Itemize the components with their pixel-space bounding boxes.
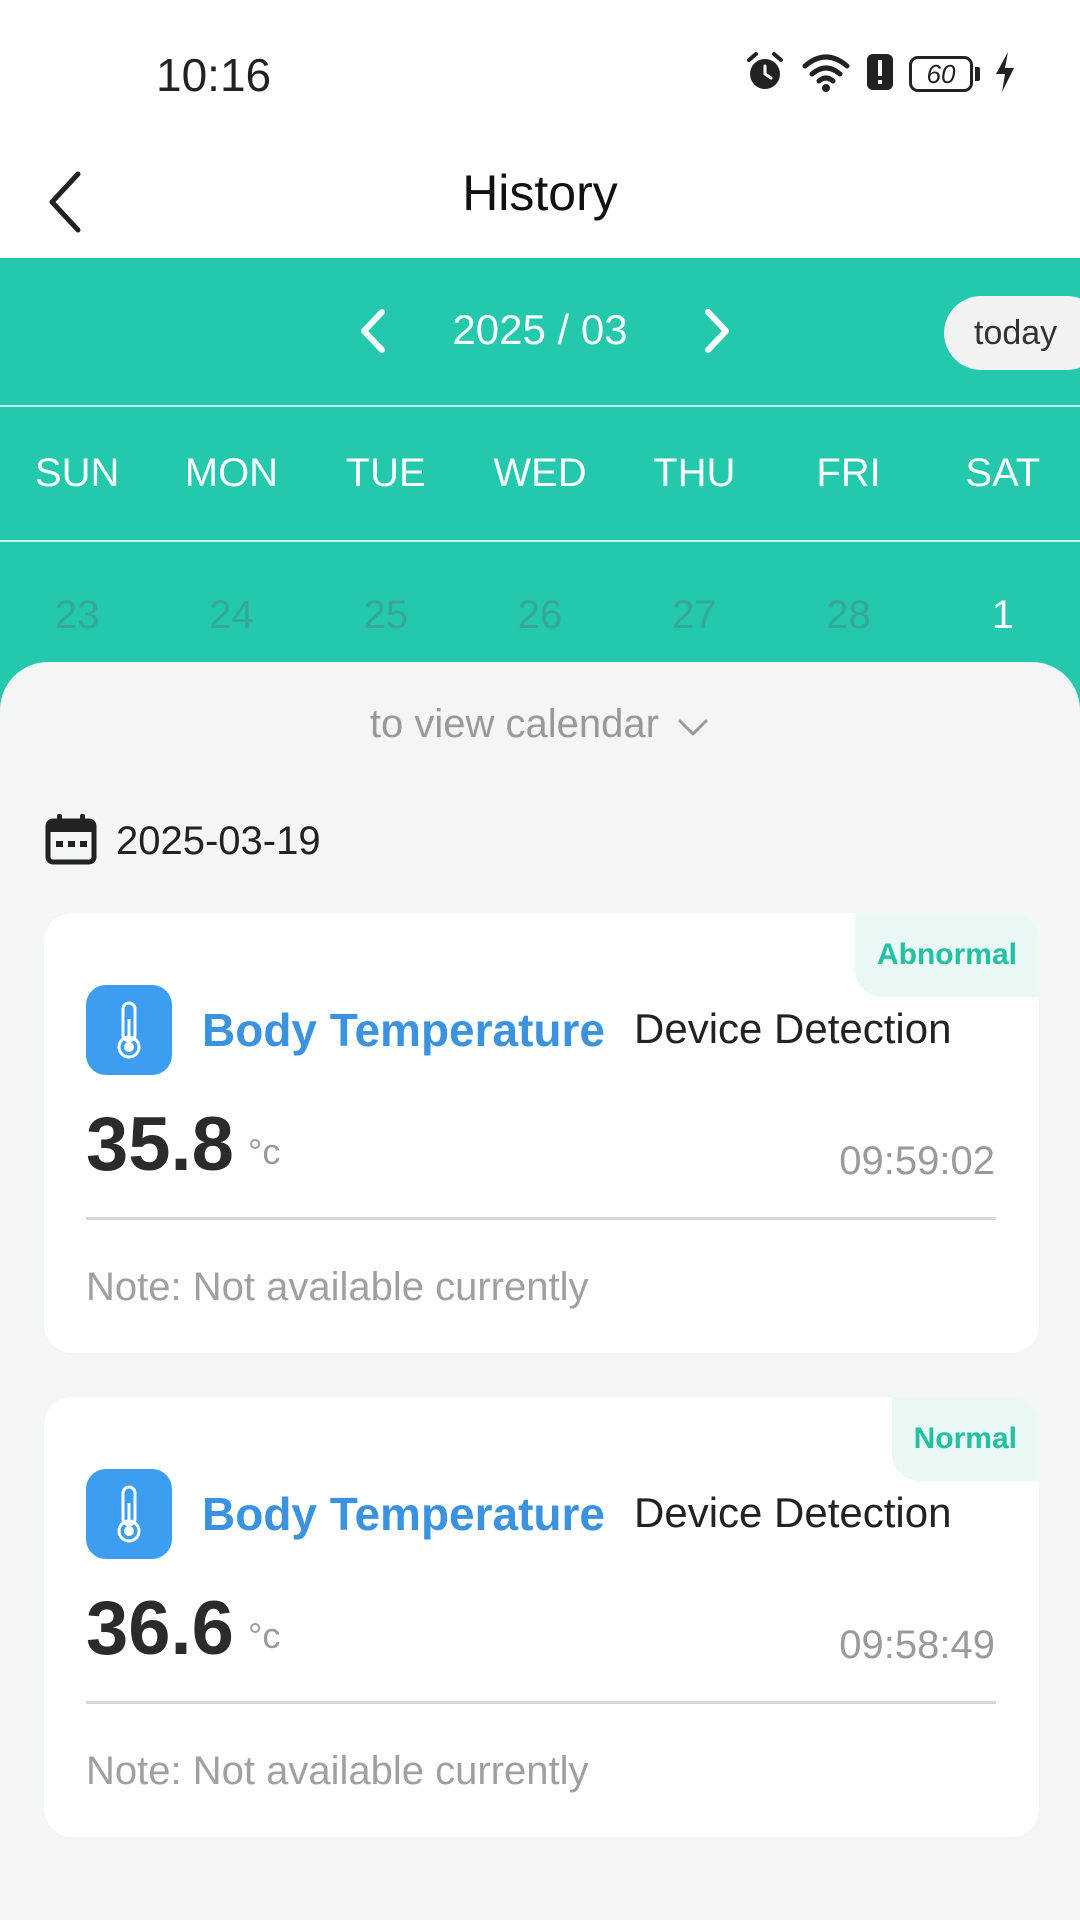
charging-icon xyxy=(994,51,1016,97)
temperature-value: 36.6 xyxy=(86,1586,234,1671)
thermometer-icon xyxy=(86,985,172,1075)
status-time: 10:16 xyxy=(156,49,272,101)
divider xyxy=(0,405,1080,407)
temperature-value: 35.8 xyxy=(86,1102,234,1187)
wifi-icon xyxy=(801,50,851,99)
status-badge: Abnormal xyxy=(854,913,1039,997)
record-note: Note: Not available currently xyxy=(86,1265,589,1309)
alarm-icon xyxy=(743,50,787,99)
selected-date-heading: 2025-03-19 xyxy=(44,812,321,871)
record-note: Note: Not available currently xyxy=(86,1749,589,1793)
record-time: 09:58:49 xyxy=(839,1623,995,1667)
battery-level: 60 xyxy=(909,56,973,92)
weekday-mon: MON xyxy=(184,451,279,495)
record-source: Device Detection xyxy=(634,1489,952,1536)
weekday-thu: THU xyxy=(653,451,736,495)
record-title: Body Temperature xyxy=(202,1004,606,1056)
month-selector: 2025 / 03 today xyxy=(0,258,1080,405)
calendar-panel: 2025 / 03 today SUN MON TUE WED THU FRI … xyxy=(0,258,1080,718)
record-time: 09:59:02 xyxy=(839,1139,995,1183)
page-title: History xyxy=(462,165,618,221)
calendar-dates-row: 23 24 25 26 27 28 1 xyxy=(0,540,1080,670)
records-sheet: to view calendar 2025-03-19 Abnormal Bod… xyxy=(0,662,1080,1920)
status-bar: 10:16 60 xyxy=(0,0,1080,140)
status-icons: 60 xyxy=(743,50,1016,98)
battery-icon: 60 xyxy=(909,56,980,92)
calendar-date[interactable]: 24 xyxy=(154,540,308,670)
thermometer-icon xyxy=(86,1469,172,1559)
view-calendar-label: to view calendar xyxy=(369,702,659,746)
calendar-date[interactable]: 27 xyxy=(617,540,771,670)
alert-icon xyxy=(865,52,895,97)
weekday-sun: SUN xyxy=(34,451,120,495)
calendar-date[interactable]: 25 xyxy=(309,540,463,670)
calendar-date[interactable]: 23 xyxy=(0,540,154,670)
weekday-wed: WED xyxy=(493,451,587,495)
temperature-unit: °c xyxy=(248,1131,281,1172)
next-month-button[interactable] xyxy=(680,296,750,366)
today-button[interactable]: today xyxy=(944,296,1080,370)
selected-date: 2025-03-19 xyxy=(116,819,321,863)
divider xyxy=(86,1701,996,1704)
record-card[interactable]: Abnormal Body Temperature Device Detecti… xyxy=(44,913,1039,1353)
calendar-date[interactable]: 28 xyxy=(771,540,925,670)
view-calendar-toggle[interactable]: to view calendar xyxy=(0,702,1080,749)
record-card[interactable]: Normal Body Temperature Device Detection… xyxy=(44,1397,1039,1837)
app-bar: History xyxy=(0,140,1080,258)
temperature-unit: °c xyxy=(248,1615,281,1656)
weekday-tue: TUE xyxy=(345,451,426,495)
weekday-fri: FRI xyxy=(816,451,881,495)
record-source: Device Detection xyxy=(634,1005,952,1052)
calendar-icon xyxy=(44,812,98,871)
record-title: Body Temperature xyxy=(202,1488,606,1540)
calendar-date[interactable]: 26 xyxy=(463,540,617,670)
weekday-header: SUN MON TUE WED THU FRI SAT xyxy=(0,408,1080,538)
divider xyxy=(86,1217,996,1220)
chevron-down-icon xyxy=(676,704,710,749)
status-badge: Normal xyxy=(891,1397,1039,1481)
calendar-date[interactable]: 1 xyxy=(926,540,1080,670)
chevron-right-icon xyxy=(705,309,729,353)
weekday-sat: SAT xyxy=(965,451,1041,495)
month-label: 2025 / 03 xyxy=(452,306,628,353)
